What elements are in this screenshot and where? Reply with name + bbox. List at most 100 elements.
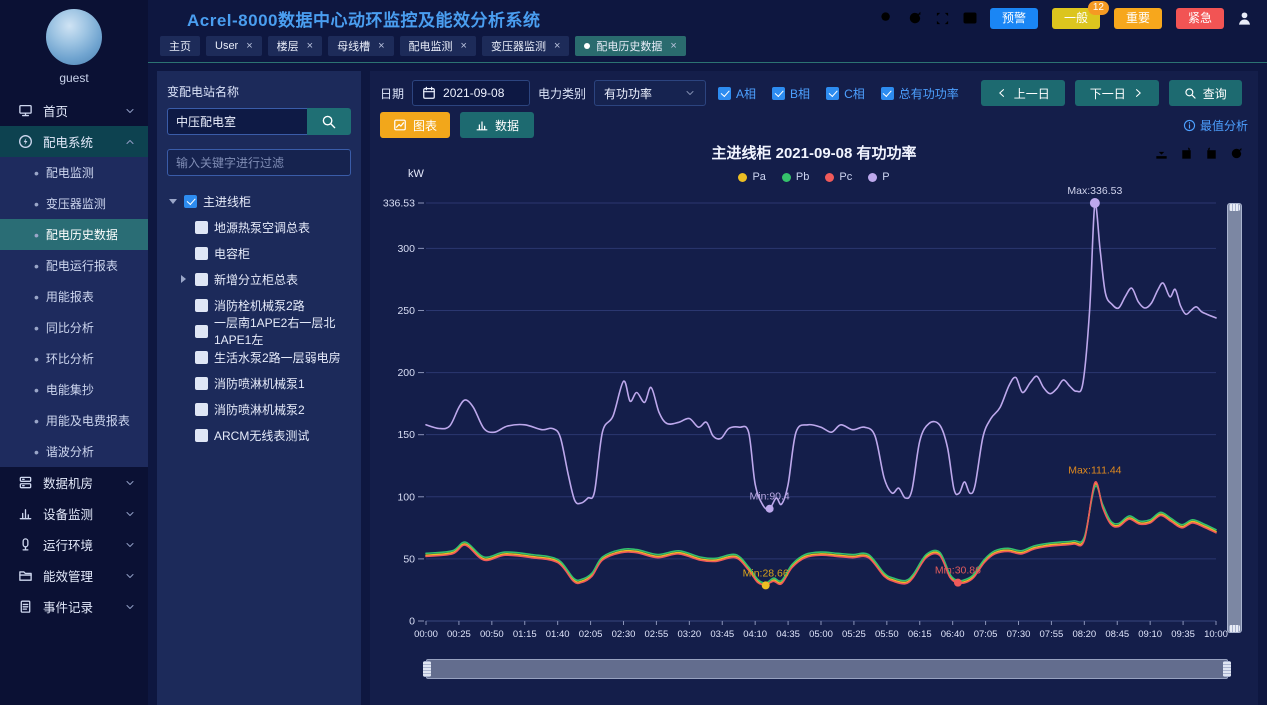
menu-toggle-icon[interactable] bbox=[160, 10, 177, 27]
sidebar-item-谐波分析[interactable]: •谐波分析 bbox=[0, 436, 148, 467]
sidebar-item-运行环境[interactable]: 运行环境 bbox=[0, 529, 148, 560]
checkbox[interactable] bbox=[772, 87, 785, 100]
sidebar-item-数据机房[interactable]: 数据机房 bbox=[0, 467, 148, 498]
sidebar-item-设备监测[interactable]: 设备监测 bbox=[0, 498, 148, 529]
slider-handle[interactable] bbox=[423, 661, 431, 677]
tab-变压器监测[interactable]: 变压器监测× bbox=[482, 36, 569, 56]
alert-button-一般[interactable]: 一般12 bbox=[1052, 8, 1100, 29]
checkbox[interactable] bbox=[718, 87, 731, 100]
checkbox[interactable] bbox=[195, 299, 208, 312]
tab-楼层[interactable]: 楼层× bbox=[268, 36, 322, 56]
translate-icon[interactable] bbox=[962, 10, 978, 26]
tab-close-icon[interactable]: × bbox=[246, 40, 252, 52]
sidebar-item-用能报表[interactable]: •用能报表 bbox=[0, 281, 148, 312]
checkbox[interactable] bbox=[195, 325, 208, 338]
fullscreen-icon[interactable] bbox=[935, 11, 950, 26]
checkbox-C相[interactable]: C相 bbox=[826, 85, 865, 102]
tree-filter-input[interactable] bbox=[167, 149, 351, 176]
tab-close-icon[interactable]: × bbox=[307, 40, 313, 52]
legend-item-Pc[interactable]: Pc bbox=[825, 171, 852, 183]
tab-User[interactable]: User× bbox=[206, 36, 262, 56]
checkbox[interactable] bbox=[195, 403, 208, 416]
tab-close-icon[interactable]: × bbox=[378, 40, 384, 52]
tree-node-电容柜[interactable]: 电容柜 bbox=[167, 240, 351, 266]
sidebar-item-首页[interactable]: 首页 bbox=[0, 95, 148, 126]
alert-button-重要[interactable]: 重要 bbox=[1114, 8, 1162, 29]
refresh-icon[interactable] bbox=[907, 10, 923, 26]
tab-配电监测[interactable]: 配电监测× bbox=[400, 36, 476, 56]
sidebar-item-电能集抄[interactable]: •电能集抄 bbox=[0, 374, 148, 405]
user-icon[interactable] bbox=[1236, 10, 1253, 27]
sidebar-item-配电运行报表[interactable]: •配电运行报表 bbox=[0, 250, 148, 281]
checkbox-A相[interactable]: A相 bbox=[718, 85, 756, 102]
power-category-select[interactable]: 有功功率 bbox=[594, 80, 706, 106]
refresh-icon[interactable] bbox=[1229, 146, 1244, 161]
legend-item-P[interactable]: P bbox=[868, 171, 889, 183]
checkbox-B相[interactable]: B相 bbox=[772, 85, 810, 102]
checkbox[interactable] bbox=[195, 429, 208, 442]
checkbox[interactable] bbox=[195, 351, 208, 364]
tab-close-icon[interactable]: × bbox=[461, 40, 467, 52]
alert-button-紧急[interactable]: 紧急 bbox=[1176, 8, 1224, 29]
tab-母线槽[interactable]: 母线槽× bbox=[328, 36, 393, 56]
slider-handle[interactable] bbox=[1229, 625, 1240, 632]
collapse-arrow-icon[interactable] bbox=[181, 275, 186, 283]
checkbox[interactable] bbox=[195, 247, 208, 260]
search-icon[interactable] bbox=[879, 10, 895, 26]
svg-text:00:50: 00:50 bbox=[480, 629, 504, 640]
station-search-button[interactable] bbox=[307, 108, 351, 135]
sidebar-item-变压器监测[interactable]: •变压器监测 bbox=[0, 188, 148, 219]
line-chart[interactable]: 050100150200250300336.5300:0000:2500:500… bbox=[380, 187, 1232, 655]
checkbox[interactable] bbox=[881, 87, 894, 100]
alert-button-预警[interactable]: 预警 bbox=[990, 8, 1038, 29]
sidebar-item-同比分析[interactable]: •同比分析 bbox=[0, 312, 148, 343]
chart-view-button[interactable]: 图表 bbox=[380, 112, 450, 138]
sidebar-item-用能及电费报表[interactable]: •用能及电费报表 bbox=[0, 405, 148, 436]
tab-close-icon[interactable]: × bbox=[554, 40, 560, 52]
data-view-icon[interactable] bbox=[1204, 146, 1219, 161]
vertical-zoom-slider[interactable] bbox=[1227, 203, 1242, 633]
checkbox[interactable] bbox=[184, 195, 197, 208]
checkbox[interactable] bbox=[195, 377, 208, 390]
tree-node-消防喷淋机械泵1[interactable]: 消防喷淋机械泵1 bbox=[167, 370, 351, 396]
tree-node-ARCM无线表测试[interactable]: ARCM无线表测试 bbox=[167, 422, 351, 448]
data-view-button[interactable]: 数据 bbox=[460, 112, 534, 138]
sidebar-item-配电系统[interactable]: 配电系统 bbox=[0, 126, 148, 157]
tree-node-地源热泵空调总表[interactable]: 地源热泵空调总表 bbox=[167, 214, 351, 240]
peak-analysis-link[interactable]: 最值分析 bbox=[1183, 117, 1248, 134]
checkbox-总有功功率[interactable]: 总有功功率 bbox=[881, 85, 959, 102]
checkbox[interactable] bbox=[195, 221, 208, 234]
next-day-button[interactable]: 下一日 bbox=[1075, 80, 1159, 106]
tab-主页[interactable]: 主页 bbox=[160, 36, 200, 56]
slider-handle[interactable] bbox=[1229, 204, 1240, 211]
legend-item-Pa[interactable]: Pa bbox=[738, 171, 765, 183]
station-input[interactable] bbox=[167, 108, 307, 135]
tab-配电历史数据[interactable]: 配电历史数据× bbox=[575, 36, 685, 56]
tree-node-消防喷淋机械泵2[interactable]: 消防喷淋机械泵2 bbox=[167, 396, 351, 422]
expand-arrow-icon[interactable] bbox=[169, 199, 177, 204]
sidebar-item-配电监测[interactable]: •配电监测 bbox=[0, 157, 148, 188]
tree-node-生活水泵2路一层弱电房[interactable]: 生活水泵2路一层弱电房 bbox=[167, 344, 351, 370]
restore-icon[interactable] bbox=[1179, 146, 1194, 161]
avatar[interactable] bbox=[46, 9, 102, 65]
tree-node-新增分立柜总表[interactable]: 新增分立柜总表 bbox=[167, 266, 351, 292]
prev-day-button[interactable]: 上一日 bbox=[981, 80, 1065, 106]
checkbox[interactable] bbox=[195, 273, 208, 286]
sidebar-item-能效管理[interactable]: 能效管理 bbox=[0, 560, 148, 591]
series-line-Pa bbox=[426, 484, 1216, 586]
query-button[interactable]: 查询 bbox=[1169, 80, 1242, 106]
y-axis-unit: kW bbox=[408, 168, 424, 180]
sidebar-item-事件记录[interactable]: 事件记录 bbox=[0, 591, 148, 622]
date-picker[interactable]: 2021-09-08 bbox=[412, 80, 530, 106]
tree-node-主进线柜[interactable]: 主进线柜 bbox=[167, 188, 351, 214]
sidebar-item-环比分析[interactable]: •环比分析 bbox=[0, 343, 148, 374]
tab-close-icon[interactable]: × bbox=[670, 40, 676, 52]
legend-item-Pb[interactable]: Pb bbox=[782, 171, 809, 183]
download-icon[interactable] bbox=[1154, 146, 1169, 161]
sidebar-item-配电历史数据[interactable]: •配电历史数据 bbox=[0, 219, 148, 250]
slider-handle[interactable] bbox=[1223, 661, 1231, 677]
tree-node-一层南1APE2右一层北1APE1左[interactable]: 一层南1APE2右一层北1APE1左 bbox=[167, 318, 351, 344]
horizontal-zoom-slider[interactable] bbox=[426, 659, 1228, 679]
checkbox[interactable] bbox=[826, 87, 839, 100]
svg-text:01:15: 01:15 bbox=[513, 629, 537, 640]
